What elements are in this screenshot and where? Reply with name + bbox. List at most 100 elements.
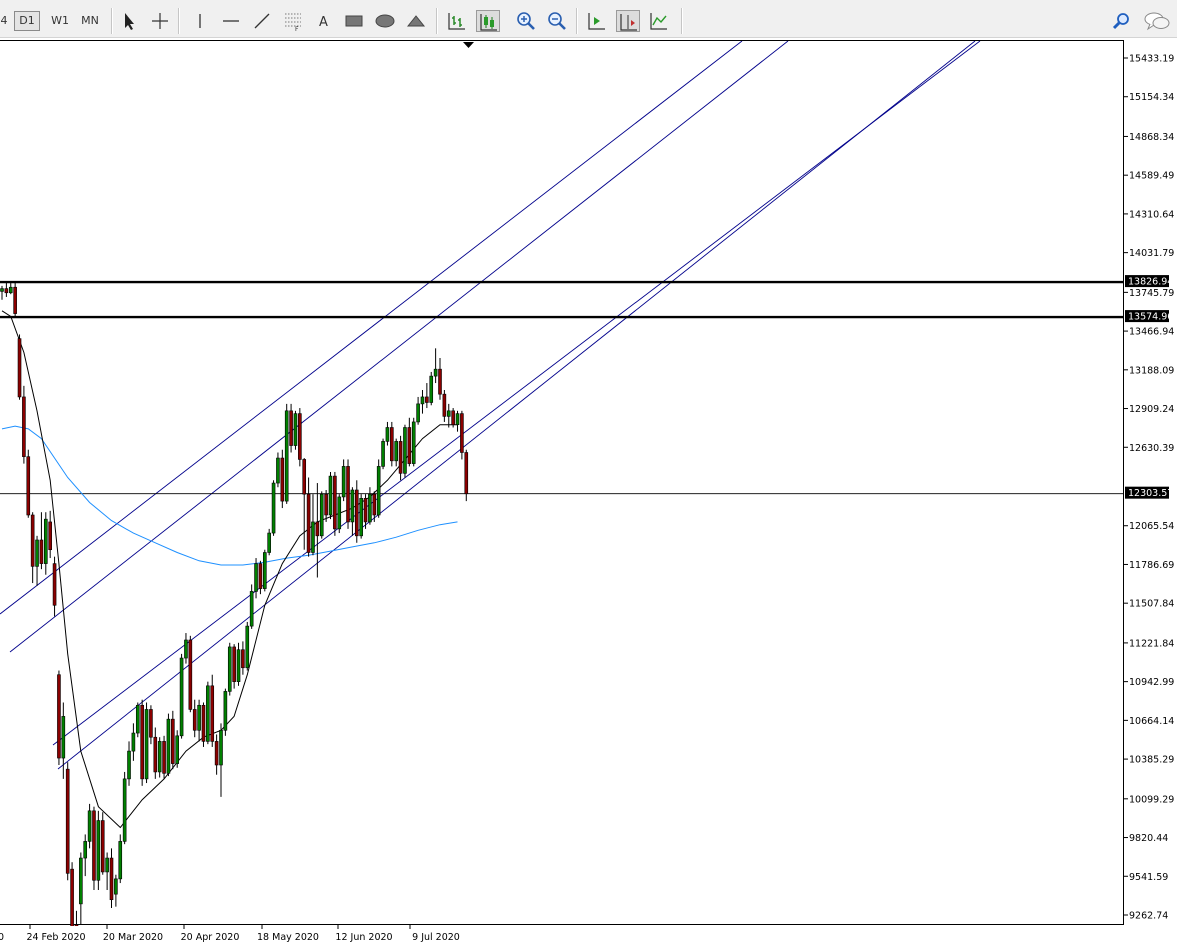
timeframe-h4[interactable]: 4 [0, 11, 8, 31]
candle-body [455, 413, 460, 426]
candle-body [206, 685, 210, 742]
chart-toolbar: 4 D1 W1 MN F A [0, 0, 1177, 38]
candle [398, 435, 403, 481]
candle-body [149, 709, 153, 738]
y-tick-label: 10385.29 [1129, 755, 1174, 766]
candle-body [26, 456, 31, 516]
candle [306, 477, 311, 557]
chart-area[interactable] [0, 40, 1124, 926]
candle-body [171, 718, 175, 764]
candle [39, 512, 44, 570]
candle-body [319, 493, 324, 537]
candle [394, 438, 399, 467]
y-tick-label: 9541.59 [1129, 872, 1168, 883]
chat-icon[interactable] [1142, 10, 1172, 32]
candle [232, 644, 236, 689]
timeframe-mn[interactable]: MN [77, 11, 103, 31]
candle [319, 491, 324, 539]
indicators-icon[interactable] [647, 10, 671, 32]
cursor-icon[interactable] [117, 10, 141, 32]
horizontal-line-icon[interactable] [219, 10, 243, 32]
channel-line-2 [9, 41, 789, 653]
candle-body [39, 539, 44, 564]
channel-line-3 [52, 41, 981, 746]
candle-body [118, 841, 123, 880]
candle-body [131, 732, 136, 752]
candle-body [153, 736, 158, 773]
y-tick-label: 14589.49 [1129, 171, 1174, 182]
toolbar-separator [681, 8, 683, 34]
candle-body [411, 421, 416, 464]
svg-text:A: A [319, 15, 328, 30]
candle-body [184, 639, 188, 659]
x-tick-label: 20 Mar 2020 [103, 932, 163, 943]
candle [65, 762, 70, 881]
candle [328, 471, 333, 520]
candle-body [341, 466, 346, 498]
candle [429, 371, 434, 406]
candle [197, 699, 201, 742]
candle-body [35, 539, 39, 567]
candle [35, 535, 39, 586]
zoom-out-icon[interactable] [545, 10, 569, 32]
ellipse-icon[interactable] [373, 10, 397, 32]
candle [324, 489, 328, 522]
candle-body [280, 457, 285, 502]
candle-body [258, 563, 263, 589]
candlestick-icon[interactable] [476, 10, 500, 32]
candle [368, 487, 372, 525]
candle-body [306, 493, 311, 553]
candle-body [446, 410, 451, 417]
text-icon[interactable]: A [312, 10, 336, 32]
candle [74, 910, 79, 926]
autoscroll-icon[interactable] [585, 10, 609, 32]
candle-body [416, 403, 420, 423]
candle [83, 834, 88, 877]
candle-body [346, 466, 350, 523]
y-tick-label: 12909.24 [1129, 404, 1174, 415]
candle [4, 282, 9, 297]
candle-body [201, 704, 206, 742]
search-icon[interactable] [1110, 10, 1134, 32]
candle [210, 674, 215, 747]
candle-body [4, 288, 9, 294]
bar-chart-icon[interactable] [445, 10, 469, 32]
candle [179, 653, 184, 739]
candle [337, 494, 342, 534]
timeframe-d1[interactable]: D1 [14, 11, 40, 31]
crosshair-icon[interactable] [148, 10, 172, 32]
candle-body [96, 820, 101, 881]
candle-body [328, 475, 333, 516]
y-tick-label: 15154.34 [1129, 92, 1174, 103]
candle-body [197, 704, 201, 731]
candle-body [100, 820, 105, 873]
candle-body [232, 646, 236, 682]
candle [262, 549, 267, 592]
price-tag-box [1125, 486, 1169, 499]
rectangle-icon[interactable] [342, 10, 366, 32]
candle-body [236, 649, 241, 682]
y-tick-label: 9820.44 [1129, 833, 1168, 844]
timeframe-w1[interactable]: W1 [47, 11, 73, 31]
candle [26, 449, 31, 518]
trendline-icon[interactable] [250, 10, 274, 32]
candle-body [271, 482, 276, 534]
candle-body [403, 427, 407, 474]
candle [105, 852, 109, 890]
candle [236, 642, 241, 686]
candle [135, 702, 140, 738]
candle-body [219, 729, 223, 766]
candle [407, 417, 412, 467]
candle-body [157, 741, 162, 773]
x-tick-label: 20 Apr 2020 [181, 932, 240, 943]
candle [460, 410, 464, 460]
fibonacci-icon[interactable]: F [281, 10, 305, 32]
triangle-icon[interactable] [404, 10, 428, 32]
chart-shift-icon[interactable] [616, 10, 640, 32]
y-tick-label: 11221.84 [1129, 638, 1174, 649]
candle-body [425, 396, 429, 403]
chart-canvas[interactable] [0, 41, 1124, 926]
candle [284, 403, 289, 504]
zoom-in-icon[interactable] [514, 10, 538, 32]
vertical-line-icon[interactable] [188, 10, 212, 32]
